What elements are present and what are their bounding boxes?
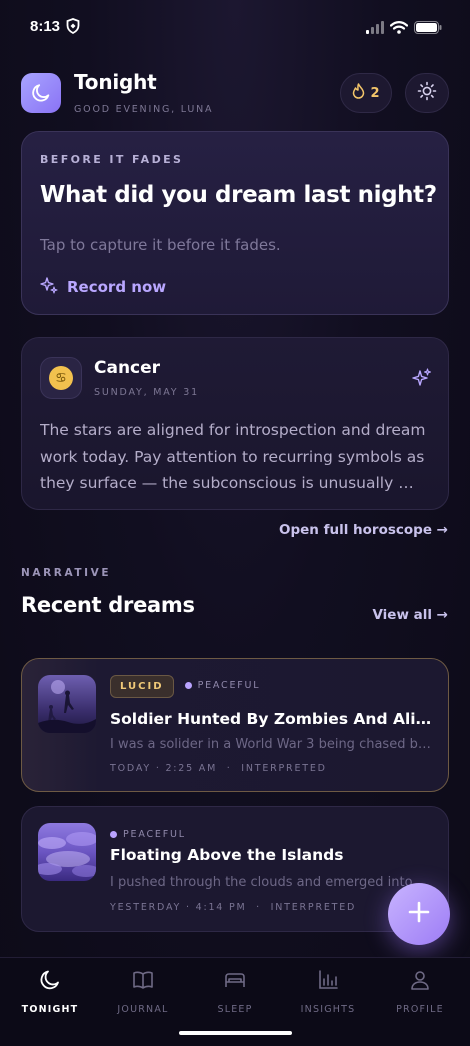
mood-label: PEACEFUL — [197, 680, 261, 691]
dream-title: Floating Above the Islands — [110, 846, 344, 864]
horoscope-card[interactable]: ♋ Cancer SUNDAY, MAY 31 The stars are al… — [21, 337, 449, 510]
plus-icon — [407, 900, 431, 928]
dream-meta: TODAY · 2:25 AM · INTERPRETED — [110, 763, 432, 774]
capture-kicker: BEFORE IT FADES — [40, 153, 184, 166]
status-indicators — [366, 19, 442, 38]
page-title: Tonight — [74, 70, 157, 94]
lucid-badge: LUCID — [110, 675, 174, 698]
capture-title: What did you dream last night? — [40, 182, 437, 208]
horoscope-date: SUNDAY, MAY 31 — [94, 387, 199, 398]
nav-label: JOURNAL — [117, 1004, 169, 1015]
meta-separator: · — [221, 763, 242, 774]
cancer-sign-icon: ♋ — [49, 366, 73, 390]
signal-icon — [366, 19, 384, 38]
dream-meta: YESTERDAY · 4:14 PM · INTERPRETED — [110, 902, 432, 913]
header: Tonight GOOD EVENING, LUNA 2 — [21, 70, 449, 120]
chart-icon — [316, 968, 340, 996]
streak-button[interactable]: 2 — [340, 73, 392, 113]
book-icon — [131, 968, 155, 996]
record-now-button[interactable]: Record now — [40, 276, 166, 298]
sparkle-icon — [412, 368, 432, 392]
dream-title: Soldier Hunted By Zombies And Aliens In … — [110, 710, 432, 728]
moon-icon — [21, 73, 61, 113]
section-kicker: NARRATIVE — [21, 567, 112, 579]
dream-card[interactable]: PEACEFUL Floating Above the Islands I pu… — [21, 806, 449, 932]
mood-tag: PEACEFUL — [184, 680, 261, 691]
nav-label: SLEEP — [217, 1004, 253, 1015]
section-title: Recent dreams — [21, 593, 195, 617]
nav-profile[interactable]: PROFILE — [380, 968, 460, 1015]
dream-status: INTERPRETED — [270, 902, 357, 913]
mood-dot — [184, 682, 192, 689]
open-horoscope-link[interactable]: Open full horoscope → — [279, 522, 448, 538]
meta-separator: · — [251, 902, 271, 913]
nav-insights[interactable]: INSIGHTS — [288, 968, 368, 1015]
battery-icon — [414, 19, 442, 38]
shield-icon — [66, 18, 80, 38]
dream-time: YESTERDAY · 4:14 PM — [110, 902, 247, 913]
capture-dream-card[interactable]: BEFORE IT FADES What did you dream last … — [21, 131, 449, 315]
view-all-link[interactable]: View all → — [372, 607, 448, 623]
dream-excerpt: I pushed through the clouds and emerged … — [110, 875, 432, 890]
sun-icon — [417, 81, 437, 105]
dream-tags: PEACEFUL — [110, 823, 432, 842]
dream-card[interactable]: LUCID PEACEFUL Soldier Hunted By Zombies… — [21, 658, 449, 792]
greeting: GOOD EVENING, LUNA — [74, 104, 214, 115]
horoscope-text: The stars are aligned for introspection … — [40, 421, 426, 492]
nav-journal[interactable]: JOURNAL — [103, 968, 183, 1015]
dream-status: INTERPRETED — [241, 763, 327, 774]
moon-icon — [38, 968, 62, 996]
dream-thumbnail — [38, 675, 96, 733]
nav-tonight[interactable]: TONIGHT — [10, 968, 90, 1015]
bed-icon — [223, 968, 247, 996]
streak-count: 2 — [370, 85, 380, 101]
home-indicator[interactable] — [179, 1031, 292, 1035]
status-time: 8:13 — [30, 18, 61, 35]
person-icon — [408, 968, 432, 996]
dream-time: TODAY · 2:25 AM — [110, 763, 218, 774]
theme-toggle-button[interactable] — [405, 73, 449, 113]
nav-label: INSIGHTS — [300, 1004, 356, 1015]
dream-excerpt: I was a solider in a World War 3 being c… — [110, 737, 432, 752]
dream-tags: LUCID PEACEFUL — [110, 674, 432, 698]
status-bar: 8:13 — [0, 0, 470, 54]
mood-label: PEACEFUL — [123, 829, 186, 840]
nav-label: PROFILE — [396, 1004, 444, 1015]
sparkle-icon — [40, 276, 58, 298]
flame-icon — [352, 83, 365, 103]
record-now-label: Record now — [67, 278, 167, 296]
zodiac-icon: ♋ — [40, 357, 82, 399]
zodiac-sign-name: Cancer — [94, 358, 161, 378]
dream-thumbnail — [38, 823, 96, 881]
nav-label: TONIGHT — [21, 1004, 79, 1015]
wifi-icon — [389, 19, 409, 38]
mood-dot — [110, 831, 117, 838]
capture-hint: Tap to capture it before it fades. — [40, 236, 281, 254]
nav-sleep[interactable]: SLEEP — [195, 968, 275, 1015]
mood-tag: PEACEFUL — [110, 829, 186, 840]
add-dream-button[interactable] — [388, 883, 450, 945]
